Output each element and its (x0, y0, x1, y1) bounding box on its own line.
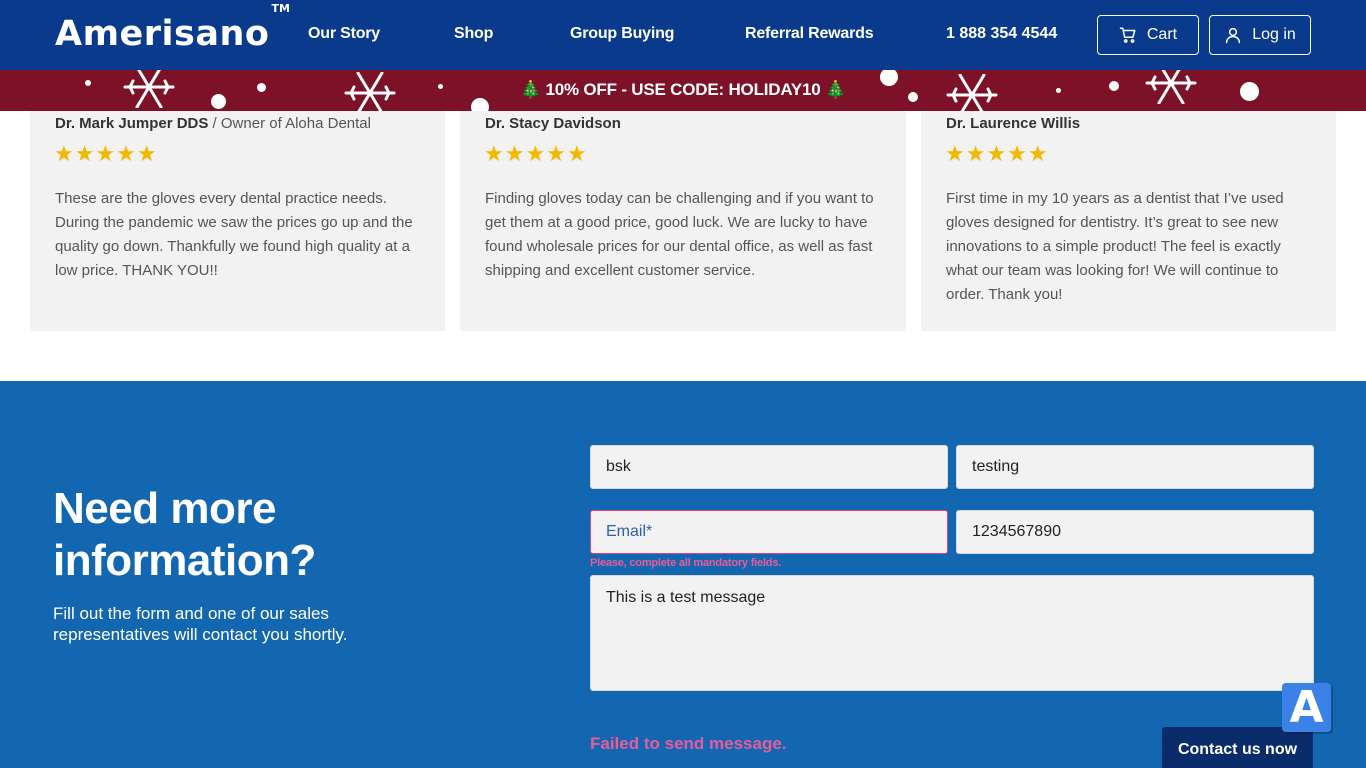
contact-section: Need more information? Fill out the form… (0, 381, 1366, 768)
login-button[interactable]: Log in (1209, 15, 1311, 55)
nav-our-story[interactable]: Our Story (308, 25, 380, 43)
contact-title-line1: Need more (53, 484, 276, 533)
phone-field[interactable] (956, 510, 1314, 554)
contact-us-now-button[interactable]: Contact us now (1162, 727, 1313, 768)
brand-logo[interactable]: AmerisanoTM (55, 2, 290, 54)
contact-title-line2: information? (53, 536, 316, 585)
logo-text: Amerisano (55, 14, 270, 54)
review-card: Dr. Mark Jumper DDS / Owner of Aloha Den… (30, 111, 445, 331)
site-header: AmerisanoTM Our Story Shop Group Buying … (0, 0, 1366, 70)
nav-referral-rewards[interactable]: Referral Rewards (745, 25, 874, 43)
star-rating: ★★★★★ (484, 141, 588, 166)
contact-title: Need more information? (53, 483, 316, 587)
promo-banner: 🎄 10% OFF - USE CODE: HOLIDAY10 🎄 (0, 70, 1366, 111)
review-text: These are the gloves every dental practi… (55, 190, 413, 279)
review-text: Finding gloves today can be challenging … (485, 190, 874, 279)
reviewer-name-text: Dr. Mark Jumper DDS (55, 115, 209, 132)
nav-group-buying[interactable]: Group Buying (570, 25, 674, 43)
accessibility-badge[interactable]: A (1282, 682, 1331, 733)
reviewer-name: Dr. Mark Jumper DDS / Owner of Aloha Den… (55, 115, 371, 132)
reviewer-name: Dr. Laurence Willis (946, 115, 1080, 132)
send-error-message: Failed to send message. (590, 734, 787, 753)
reviewer-name: Dr. Stacy Davidson (485, 115, 621, 132)
cart-icon (1119, 27, 1136, 43)
contact-subtitle: Fill out the form and one of our sales r… (53, 604, 348, 644)
reviewer-role: / Owner of Aloha Dental (208, 115, 371, 132)
trademark-mark: TM (271, 2, 290, 16)
star-rating: ★★★★★ (945, 141, 1049, 166)
phone-number[interactable]: 1 888 354 4544 (946, 25, 1057, 43)
email-field[interactable] (590, 510, 948, 554)
reviewer-name-text: Dr. Laurence Willis (946, 115, 1081, 132)
review-card: Dr. Laurence Willis ★★★★★ First time in … (921, 111, 1336, 331)
login-label: Log in (1252, 26, 1296, 43)
first-name-field[interactable] (590, 445, 948, 489)
nav-shop[interactable]: Shop (454, 25, 493, 43)
review-card: Dr. Stacy Davidson ★★★★★ Finding gloves … (460, 111, 906, 331)
promo-text: 🎄 10% OFF - USE CODE: HOLIDAY10 🎄 (519, 80, 847, 99)
cart-label: Cart (1146, 26, 1178, 43)
field-error-message: Please, complete all mandatory fields. (590, 557, 782, 569)
reviewer-name-text: Dr. Stacy Davidson (485, 115, 621, 132)
last-name-field[interactable] (956, 445, 1314, 489)
star-rating: ★★★★★ (54, 141, 158, 166)
cart-button[interactable]: Cart (1097, 15, 1199, 55)
review-text: First time in my 10 years as a dentist t… (946, 190, 1284, 303)
message-field[interactable]: This is a test message (590, 575, 1314, 691)
user-icon (1226, 27, 1241, 44)
